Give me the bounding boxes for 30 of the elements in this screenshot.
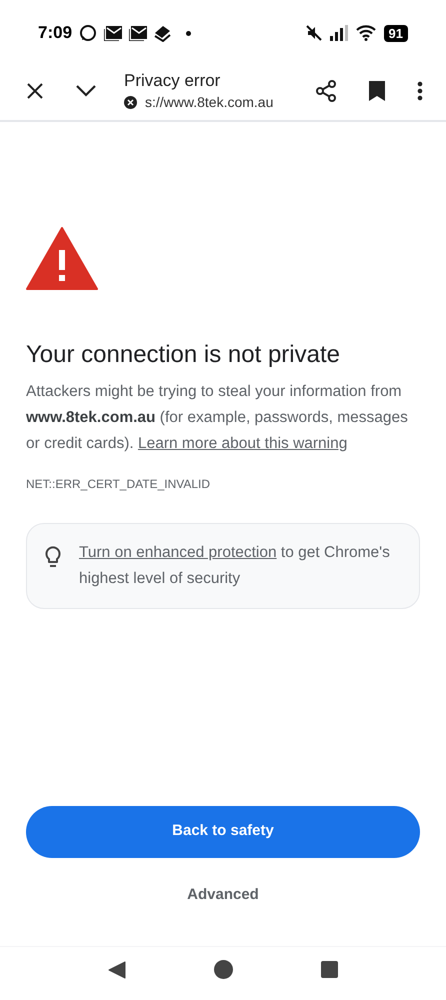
layers-icon bbox=[154, 24, 172, 42]
lightbulb-icon bbox=[45, 546, 61, 568]
error-code: NET::ERR_CERT_DATE_INVALID bbox=[26, 476, 212, 493]
wifi-icon bbox=[356, 25, 376, 41]
signal-icon bbox=[330, 25, 348, 41]
advanced-button[interactable]: Advanced bbox=[179, 880, 267, 910]
warning-icon bbox=[26, 226, 98, 290]
mail-icon bbox=[104, 26, 122, 40]
home-icon[interactable] bbox=[214, 960, 233, 979]
bookmark-icon bbox=[369, 81, 385, 101]
mail-icon bbox=[129, 26, 148, 40]
chat-icon bbox=[79, 24, 98, 42]
insecure-icon bbox=[124, 96, 137, 108]
dot-icon bbox=[186, 30, 192, 36]
page-title: Privacy error bbox=[124, 70, 222, 92]
enhanced-protection-link[interactable]: Turn on enhanced protection bbox=[79, 544, 277, 561]
menu-icon bbox=[417, 81, 423, 101]
chevron-down-icon bbox=[76, 85, 96, 97]
mute-icon bbox=[306, 25, 322, 41]
page-url: s://www.8tek.com.au bbox=[145, 92, 274, 112]
back-to-safety-button[interactable]: Back to safety bbox=[26, 806, 420, 858]
error-description: Attackers might be trying to steal your information from www.8tek.com.au (for example, passwords, messages or credit cards). Learn more about this warning bbox=[26, 382, 409, 454]
close-icon bbox=[27, 83, 43, 99]
error-heading: Your connection is not private bbox=[26, 340, 341, 370]
tip-text: Turn on enhanced protection to get Chrome's highest level of security bbox=[79, 543, 391, 589]
learn-more-link[interactable]: Learn more about this warning bbox=[138, 435, 348, 452]
clock: 7:09 bbox=[38, 22, 72, 44]
back-icon[interactable] bbox=[108, 960, 126, 978]
battery-indicator: 91 bbox=[384, 24, 408, 42]
share-icon bbox=[315, 80, 337, 102]
